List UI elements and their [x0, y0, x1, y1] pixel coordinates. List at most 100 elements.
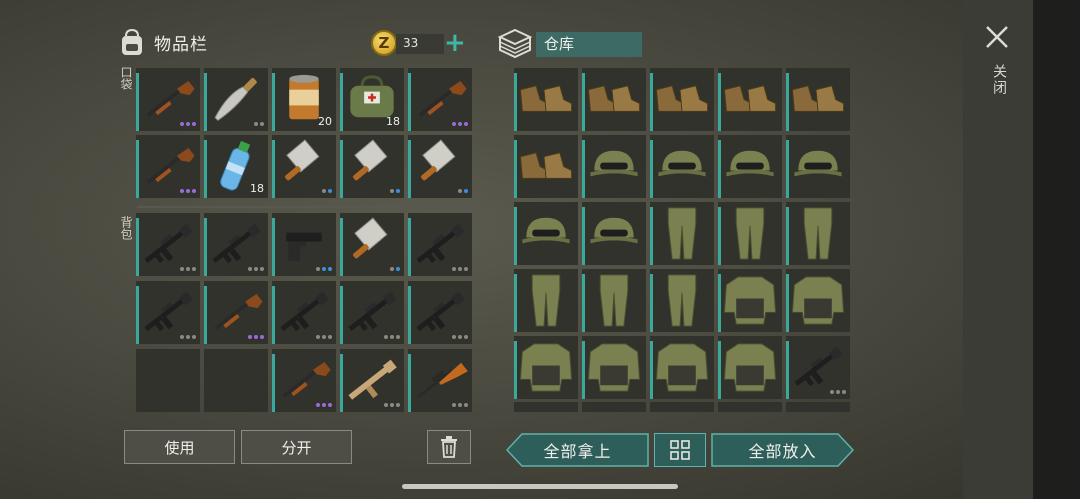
close-label[interactable]: 关闭: [989, 64, 1009, 96]
rarity-dot: [396, 267, 400, 271]
item-slot[interactable]: [514, 202, 578, 265]
item-slot[interactable]: [272, 281, 336, 344]
item-slot[interactable]: [272, 135, 336, 198]
rarity-dot: [452, 122, 456, 126]
item-slot[interactable]: [582, 336, 646, 399]
rarity-dot: [384, 403, 388, 407]
split-button[interactable]: 分开: [241, 430, 352, 464]
camo-cap-icon: [590, 150, 638, 177]
item-slot[interactable]: 20: [272, 68, 336, 131]
item-slot[interactable]: [786, 336, 850, 399]
empty-slot[interactable]: [204, 349, 268, 412]
rarity-dot: [180, 267, 184, 271]
use-button[interactable]: 使用: [124, 430, 235, 464]
item-slot[interactable]: [340, 349, 404, 412]
item-slot[interactable]: [786, 68, 850, 131]
item-slot[interactable]: [650, 202, 714, 265]
trash-icon: [441, 436, 457, 458]
item-slot[interactable]: 18: [204, 135, 268, 198]
item-slot[interactable]: [514, 269, 578, 332]
rarity-dot: [836, 390, 840, 394]
item-slot[interactable]: [718, 135, 782, 198]
item-slot[interactable]: [582, 202, 646, 265]
rarity-dot: [186, 189, 190, 193]
item-slot[interactable]: [136, 213, 200, 276]
coin-count: 33: [403, 36, 419, 50]
rarity-dot: [316, 335, 320, 339]
item-slot[interactable]: [408, 281, 472, 344]
item-slot[interactable]: [786, 269, 850, 332]
item-slot[interactable]: [718, 402, 782, 412]
item-slot[interactable]: [408, 213, 472, 276]
camo-cap-icon: [794, 150, 842, 177]
rarity-dot: [248, 267, 252, 271]
rarity-dot: [260, 335, 264, 339]
item-slot[interactable]: [514, 68, 578, 131]
item-slot[interactable]: [204, 281, 268, 344]
inventory-title: 物品栏: [154, 34, 208, 55]
rarity-dot: [328, 189, 332, 193]
camo-pants-icon: [735, 207, 765, 260]
camo-jacket-icon: [519, 343, 573, 392]
sort-button[interactable]: [654, 433, 706, 467]
item-slot[interactable]: [650, 68, 714, 131]
item-slot[interactable]: [204, 68, 268, 131]
discard-button[interactable]: [427, 430, 471, 464]
item-slot[interactable]: [340, 281, 404, 344]
item-slot[interactable]: 18: [340, 68, 404, 131]
rarity-dot: [396, 403, 400, 407]
take-all-button[interactable]: 全部拿上: [506, 433, 649, 467]
rarity-dot: [390, 403, 394, 407]
close-button[interactable]: [984, 24, 1010, 54]
rarity-dot: [452, 267, 456, 271]
rarity-dot: [458, 335, 462, 339]
put-all-button[interactable]: 全部放入: [711, 433, 854, 467]
item-slot[interactable]: [408, 68, 472, 131]
item-slot[interactable]: [650, 135, 714, 198]
rarity-dot: [458, 122, 462, 126]
item-slot[interactable]: [514, 402, 578, 412]
pockets-label: 口袋: [119, 66, 133, 90]
camo-jacket-icon: [791, 276, 845, 325]
item-slot[interactable]: [718, 68, 782, 131]
item-slot[interactable]: [786, 402, 850, 412]
item-slot[interactable]: [650, 402, 714, 412]
rarity-dot: [322, 335, 326, 339]
boots-icon: [587, 85, 641, 112]
item-slot[interactable]: [582, 269, 646, 332]
item-slot[interactable]: [340, 213, 404, 276]
item-slot[interactable]: [136, 68, 200, 131]
item-slot[interactable]: [786, 135, 850, 198]
rarity-dot: [458, 403, 462, 407]
camo-jacket-icon: [723, 276, 777, 325]
rarity-dot: [192, 189, 196, 193]
item-slot[interactable]: [718, 336, 782, 399]
item-slot[interactable]: [582, 68, 646, 131]
item-slot[interactable]: [136, 135, 200, 198]
item-slot[interactable]: [582, 402, 646, 412]
item-slot[interactable]: [408, 135, 472, 198]
item-slot[interactable]: [718, 269, 782, 332]
rarity-dot: [830, 390, 834, 394]
add-coins-button[interactable]: +: [444, 30, 466, 56]
item-slot[interactable]: [514, 135, 578, 198]
item-slot[interactable]: [514, 336, 578, 399]
rarity-dot: [316, 403, 320, 407]
camo-cap-icon: [726, 150, 774, 177]
item-slot[interactable]: [650, 336, 714, 399]
item-slot[interactable]: [340, 135, 404, 198]
item-slot[interactable]: [718, 202, 782, 265]
item-count: 18: [386, 115, 400, 128]
item-slot[interactable]: [272, 349, 336, 412]
item-slot[interactable]: [650, 269, 714, 332]
item-slot[interactable]: [272, 213, 336, 276]
rarity-dot: [322, 267, 326, 271]
item-slot[interactable]: [786, 202, 850, 265]
item-slot[interactable]: [204, 213, 268, 276]
item-slot[interactable]: [136, 281, 200, 344]
item-slot[interactable]: [408, 349, 472, 412]
empty-slot[interactable]: [136, 349, 200, 412]
inventory-header: 物品栏: [116, 26, 208, 58]
rarity-dots: [180, 189, 196, 193]
item-slot[interactable]: [582, 135, 646, 198]
